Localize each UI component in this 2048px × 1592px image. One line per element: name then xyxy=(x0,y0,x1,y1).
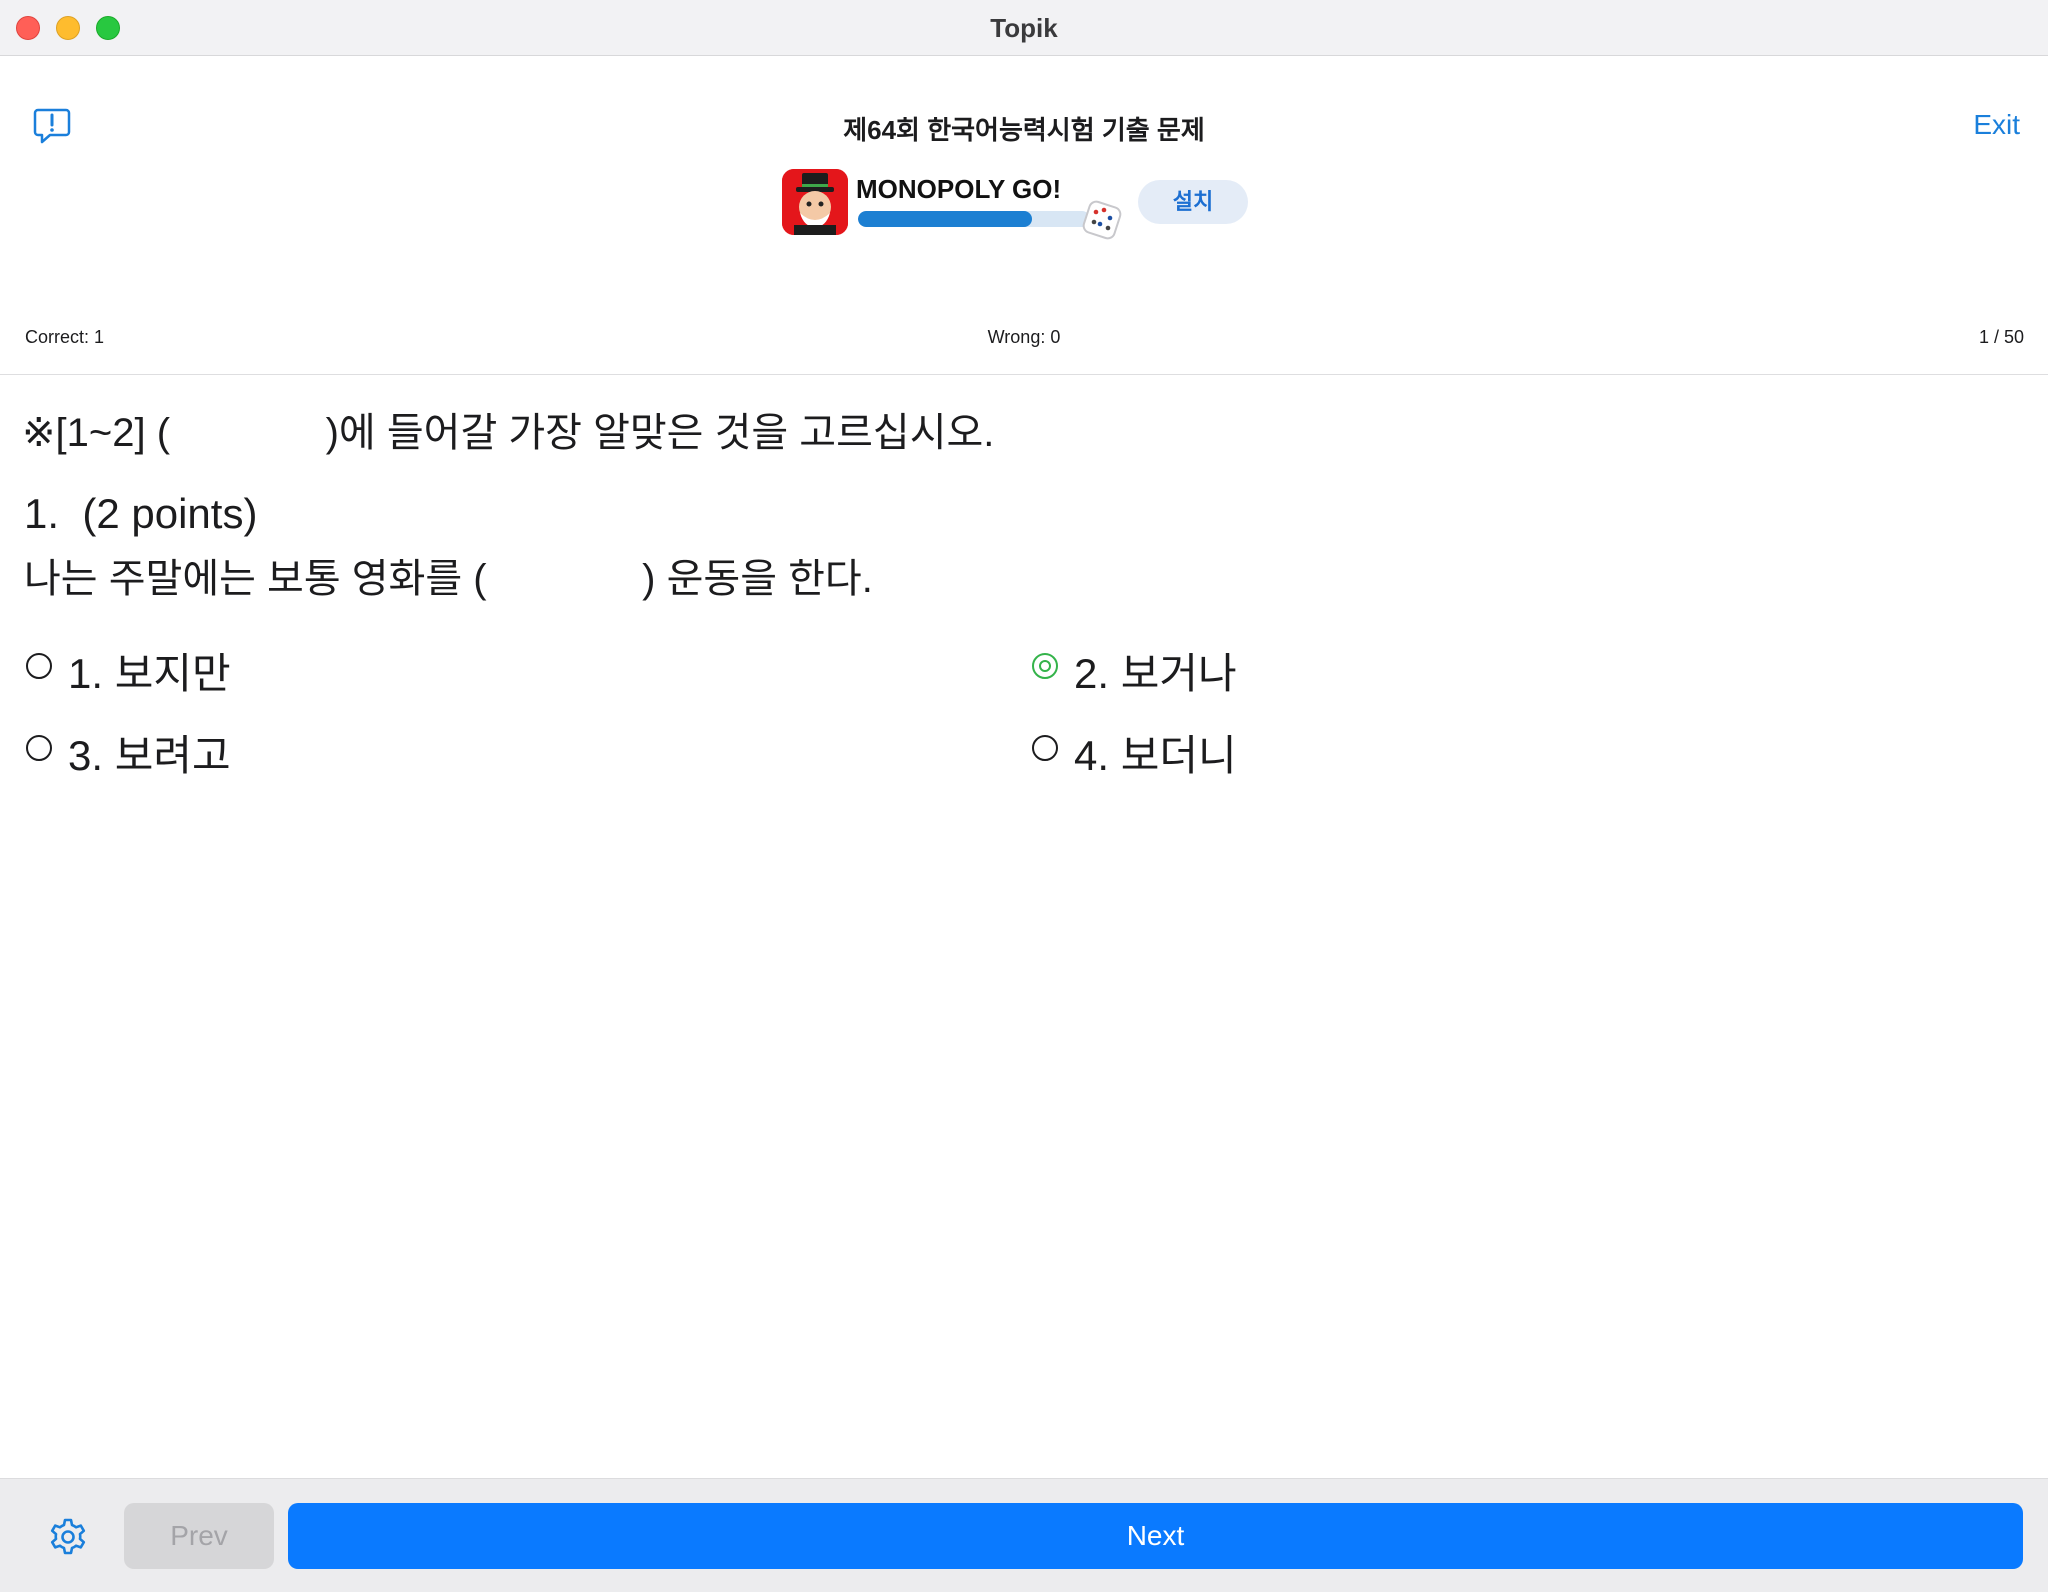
dice-icon xyxy=(1082,200,1122,240)
answer-option-1[interactable]: 1. 보지만 xyxy=(26,640,231,701)
question-instruction: ※[1~2] ( )에 들어갈 가장 알맞은 것을 고르십시오. xyxy=(22,411,995,455)
question-sentence: 나는 주말에는 보통 영화를 ( ) 운동을 한다. xyxy=(24,557,873,601)
exit-button[interactable]: Exit xyxy=(1973,109,2020,141)
answer-option-label: 2. 보거나 xyxy=(1074,650,1237,697)
ad-banner[interactable]: MONOPOLY GO! 설치 xyxy=(782,168,1252,240)
window-titlebar: Topik xyxy=(0,0,2048,56)
answer-option-4[interactable]: 4. 보더니 xyxy=(1032,722,1237,783)
ad-progress-bar xyxy=(858,211,1090,227)
prev-button[interactable]: Prev xyxy=(124,1503,274,1569)
radio-button-4[interactable] xyxy=(1032,734,1058,761)
ad-install-button[interactable]: 설치 xyxy=(1138,180,1248,224)
exam-title: 제64회 한국어능력시험 기출 문제 xyxy=(843,115,1205,145)
wrong-count: Wrong: 0 xyxy=(987,327,1061,347)
radio-button-3[interactable] xyxy=(26,734,52,761)
ad-progress-fill xyxy=(858,211,1032,227)
radio-button-1[interactable] xyxy=(26,652,52,679)
answer-option-3[interactable]: 3. 보려고 xyxy=(26,722,231,783)
monopoly-app-icon xyxy=(782,169,848,235)
header-divider xyxy=(0,374,2048,375)
ad-app-name: MONOPOLY GO! xyxy=(856,174,1062,204)
question-progress: 1 / 50 xyxy=(1978,327,2024,347)
next-button[interactable]: Next xyxy=(288,1503,2023,1569)
answer-option-label: 3. 보려고 xyxy=(68,732,231,779)
answer-option-label: 1. 보지만 xyxy=(68,650,231,697)
window-title: Topik xyxy=(990,13,1058,43)
answer-option-label: 4. 보더니 xyxy=(1074,732,1237,779)
question-header: 1. (2 points) xyxy=(24,490,258,537)
gear-icon[interactable] xyxy=(48,1517,88,1557)
answer-option-2[interactable]: 2. 보거나 xyxy=(1032,640,1237,701)
radio-button-2[interactable] xyxy=(1032,652,1058,679)
